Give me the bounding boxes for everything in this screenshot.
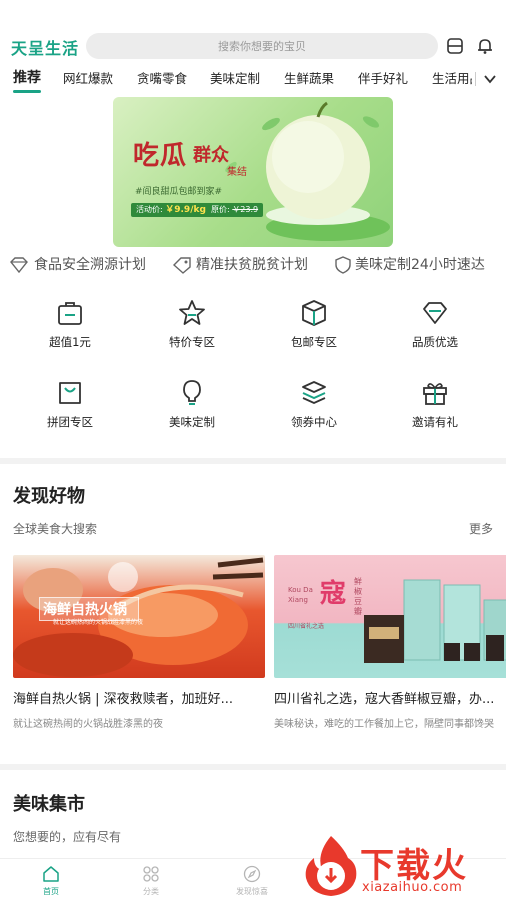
tab-separator [475,72,476,86]
banner-price-tag: 活动价: ￥9.9/kg 原价: ￥23.9 [131,203,264,217]
card-desc: 就让这碗热闹的火锅战胜漆黑的夜 [13,719,163,730]
category-label: 拼团专区 [47,415,93,429]
nav-category[interactable]: 分类 [111,865,191,897]
site-watermark: 下载火 xiazaihuo.com [300,832,506,900]
search-placeholder: 搜索你想要的宝贝 [218,40,306,53]
tab-custom[interactable]: 美味定制 [210,68,260,87]
promo-banner[interactable]: 吃瓜 群众 集结 #阎良甜瓜包邮到家# 活动价: ￥9.9/kg 原价: ￥23… [113,97,393,247]
category-free-shipping[interactable]: 包邮专区 [269,298,359,350]
brand-sub: 四川省礼之选 [288,623,325,630]
section-divider [0,764,506,770]
diamond-icon [10,257,28,274]
gift-icon [423,383,447,405]
orig-label: 原价 [211,205,228,214]
category-special-price[interactable]: 特价专区 [147,298,237,350]
card-title: 四川省礼之选，寇大香鲜椒豆瓣，办... [274,692,495,707]
app-header: 天呈生活 搜索你想要的宝贝 [0,30,506,62]
melon-illustration [225,101,390,241]
gem-icon [423,302,447,324]
group-bag-icon [59,382,81,404]
category-label: 特价专区 [169,335,215,349]
tag-icon [172,257,191,274]
chevron-down-icon[interactable] [482,71,498,87]
scan-icon[interactable] [445,36,465,56]
star-icon [179,300,205,325]
category-value-1yuan[interactable]: 超值1元 [25,298,115,350]
category-icon [143,866,159,882]
tab-trending[interactable]: 网红爆款 [63,68,113,87]
brand-pinyin: Kou Da Xiang [288,586,313,604]
brand-label: 鲜椒豆瓣 [354,577,362,616]
banner-title-side: 群众 [193,145,229,166]
image-caption-sub: 就让这碗热闹的火锅战胜漆黑的夜 [53,619,144,626]
price-value: ￥9.9/kg [165,205,206,215]
app-logo: 天呈生活 [11,39,80,58]
sauce-image: 寇 Kou Da Xiang 四川省礼之选 鲜椒豆瓣 [274,555,506,678]
market-title: 美味集市 [13,794,85,815]
category-group-buy[interactable]: 拼团专区 [25,378,115,430]
category-tabs: 推荐 网红爆款 贪嘴零食 美味定制 生鲜蔬果 伴手好礼 生活用品 [0,64,506,94]
discover-card[interactable]: 寇 Kou Da Xiang 四川省礼之选 鲜椒豆瓣 四川省礼之选，寇大香鲜椒豆… [274,555,506,735]
nav-label: 首页 [43,887,59,896]
category-label: 包邮专区 [291,335,337,349]
image-caption: 海鲜自热火锅 [43,602,127,618]
card-title: 海鲜自热火锅 | 深夜救赎者，加班好... [13,692,234,707]
market-subtitle: 您想要的，应有尽有 [13,830,122,844]
watermark-url: xiazaihuo.com [362,880,463,895]
slogan-poverty: 精准扶贫脱贫计划 [196,257,308,273]
home-icon [43,866,59,882]
tab-snacks[interactable]: 贪嘴零食 [137,68,187,87]
hotpot-image: 海鲜自热火锅 就让这碗热闹的火锅战胜漆黑的夜 [13,555,265,678]
price-label: 活动价 [136,205,160,214]
category-label: 领券中心 [291,415,337,429]
banner-title: 吃瓜 [133,141,188,171]
tab-fresh[interactable]: 生鲜蔬果 [284,68,334,87]
category-coupons[interactable]: 领券中心 [269,378,359,430]
brand-glyph: 寇 [320,579,347,609]
bell-icon[interactable] [475,36,495,56]
slogan-food-safety: 食品安全溯源计划 [34,257,146,273]
category-label: 品质优选 [412,335,458,349]
category-custom[interactable]: 美味定制 [147,378,237,430]
discover-more-link[interactable]: 更多 [469,520,493,537]
service-slogans: 食品安全溯源计划 精准扶贫脱贫计划 美味定制24小时速达 [0,254,506,276]
discover-card[interactable]: 海鲜自热火锅 就让这碗热闹的火锅战胜漆黑的夜 海鲜自热火锅 | 深夜救赎者，加班… [13,555,265,735]
active-tab-indicator [13,90,41,93]
nav-label: 分类 [143,887,159,896]
category-quality[interactable]: 品质优选 [390,298,480,350]
category-label: 超值1元 [49,335,91,349]
flame-logo-icon [305,836,357,896]
orig-value: ￥23.9 [232,205,259,214]
category-invite[interactable]: 邀请有礼 [390,378,480,430]
bag-icon [58,302,82,325]
banner-hashtag: #阎良甜瓜包邮到家# [135,187,223,197]
category-label: 美味定制 [169,415,215,429]
box-icon [302,300,326,326]
nav-label: 发现惊喜 [236,887,268,896]
discover-title: 发现好物 [13,486,85,507]
slogan-delivery: 美味定制24小时速达 [355,257,485,273]
tab-gifts[interactable]: 伴手好礼 [358,68,408,87]
nav-home[interactable]: 首页 [11,865,91,897]
discover-subtitle: 全球美食大搜索 [13,522,98,536]
nav-discover[interactable]: 发现惊喜 [212,865,292,897]
shield-icon [335,256,351,274]
tab-recommend[interactable]: 推荐 [13,67,41,87]
bulb-icon [183,380,201,405]
section-divider [0,458,506,464]
banner-subtitle: 集结 [227,167,247,178]
search-input[interactable]: 搜索你想要的宝贝 [86,33,438,59]
compass-icon [243,865,261,883]
coupon-stack-icon [302,381,326,404]
sauce-products-illustration [364,579,506,663]
category-label: 邀请有礼 [412,415,458,429]
card-desc: 美味秘诀，难吃的工作餐加上它，隔壁同事都馋哭 [274,719,494,730]
